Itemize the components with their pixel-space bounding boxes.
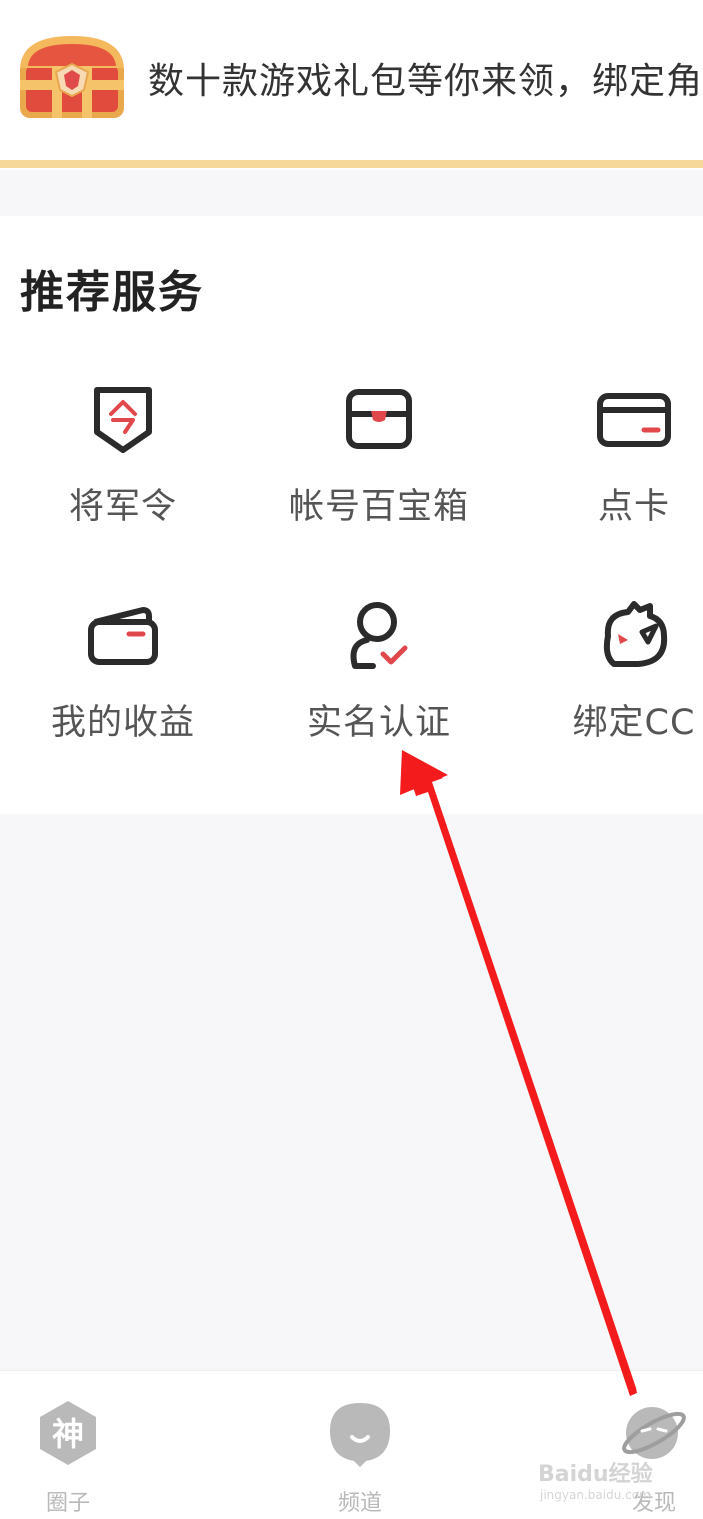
- service-label: 将军令: [68, 487, 177, 527]
- account-box-icon: [346, 389, 412, 449]
- wallet-icon: [88, 607, 158, 665]
- circle-hexagon-icon: 神: [40, 1401, 96, 1465]
- tab-circle[interactable]: 神 圈子: [8, 1393, 128, 1518]
- shield-token-icon: [94, 387, 152, 453]
- section-title: 推荐服务: [20, 267, 204, 318]
- baidu-watermark: Baidu经验: [538, 1462, 653, 1487]
- user-verify-icon: [350, 602, 408, 669]
- service-label: 我的收益: [50, 703, 195, 743]
- service-label: 绑定CC: [572, 703, 696, 743]
- gift-banner[interactable]: 数十款游戏礼包等你来领，绑定角色: [0, 0, 703, 170]
- tab-icon-text: 神: [52, 1415, 84, 1453]
- tab-label: 频道: [337, 1491, 382, 1516]
- tab-channel[interactable]: 频道: [300, 1393, 420, 1518]
- service-point-card[interactable]: 点卡: [514, 380, 703, 560]
- card-icon: [597, 393, 671, 447]
- banner-text: 数十款游戏礼包等你来领，绑定角色: [148, 61, 703, 102]
- banner-divider: [0, 160, 703, 168]
- baidu-watermark-url: jingyan.baidu.com: [540, 1488, 651, 1502]
- service-label: 点卡: [597, 487, 670, 527]
- service-real-name-verification[interactable]: 实名认证: [259, 596, 499, 776]
- treasure-chest-icon: [20, 36, 124, 118]
- service-bind-cc[interactable]: 绑定CC: [514, 596, 703, 776]
- tab-label: 圈子: [45, 1491, 90, 1516]
- cc-bind-icon: [603, 601, 668, 667]
- recommended-services-section: 推荐服务 将军令 帐号百宝箱 点卡 我的收益 实名认证 绑定CC: [0, 216, 703, 814]
- service-account-treasure-box[interactable]: 帐号百宝箱: [259, 380, 499, 560]
- service-my-earnings[interactable]: 我的收益: [3, 596, 243, 776]
- service-label: 实名认证: [306, 703, 451, 743]
- service-general-token[interactable]: 将军令: [3, 380, 243, 560]
- channel-bubble-icon: [330, 1403, 390, 1467]
- service-label: 帐号百宝箱: [288, 487, 469, 527]
